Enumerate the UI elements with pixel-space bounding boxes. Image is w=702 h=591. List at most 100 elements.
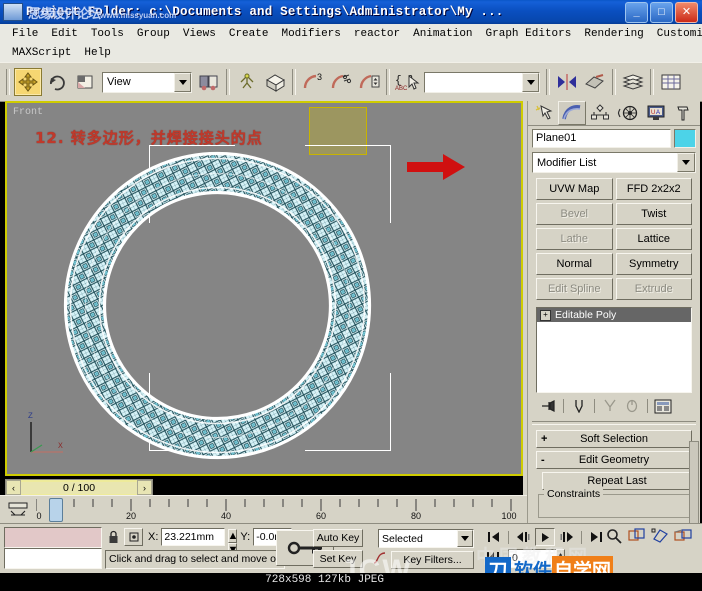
menu-item-customize[interactable]: Customize <box>651 27 702 41</box>
spinner-snap-button[interactable] <box>356 69 382 95</box>
auto-key-button[interactable]: Auto Key <box>313 529 363 547</box>
menu-item-maxscript[interactable]: MAXScript <box>6 46 78 60</box>
pb-sep-1 <box>508 530 509 544</box>
menu-item-help[interactable]: Help <box>78 46 117 60</box>
command-tab-modify[interactable] <box>558 101 586 125</box>
rollup-soft-selection[interactable]: + Soft Selection <box>536 430 692 448</box>
command-tab-motion[interactable] <box>614 101 642 125</box>
reference-coordinate-combo[interactable]: View <box>102 71 192 93</box>
menu-item-file[interactable]: File <box>6 27 45 41</box>
set-key-filters-curve-button[interactable] <box>372 550 388 566</box>
open-mini-curve-editor-button[interactable] <box>6 500 30 518</box>
mirror-button[interactable] <box>554 69 580 95</box>
object-color-swatch[interactable] <box>674 129 696 148</box>
torus-mesh-object[interactable] <box>60 148 375 463</box>
lock-selection-button[interactable] <box>105 528 121 545</box>
current-frame-spinner[interactable]: ▲ ▼ <box>555 549 566 577</box>
menu-item-graph-editors[interactable]: Graph Editors <box>480 27 579 41</box>
frame-spinner-up-icon[interactable]: ▲ <box>555 549 566 563</box>
select-and-rotate-button[interactable] <box>44 69 70 95</box>
command-tab-utilities[interactable] <box>670 101 698 125</box>
curve-editor-button[interactable] <box>658 69 684 95</box>
show-end-result-icon[interactable] <box>569 397 589 415</box>
modifier-button-twist[interactable]: Twist <box>615 203 692 225</box>
minimize-button[interactable]: _ <box>625 1 648 23</box>
close-button[interactable]: ✕ <box>675 1 698 23</box>
align-button[interactable] <box>582 69 608 95</box>
menu-item-animation[interactable]: Animation <box>407 27 479 41</box>
modifier-stack[interactable]: + Editable Poly <box>536 307 692 393</box>
modifier-button-normal[interactable]: Normal <box>536 253 613 275</box>
selection-filter-combo[interactable]: Selected <box>378 529 474 548</box>
use-center-flyout-button[interactable] <box>196 69 222 95</box>
front-viewport[interactable]: Front 12. 转多边形，并焊接接头的点 Z X <box>7 103 521 474</box>
snap-toggle-button[interactable] <box>262 69 288 95</box>
command-tab-display[interactable]: U A <box>642 101 670 125</box>
menu-item-group[interactable]: Group <box>131 27 177 41</box>
timeline-ruler[interactable]: 0 20 40 60 80 100 <box>36 497 522 521</box>
next-frame-arrow[interactable]: › <box>137 480 152 495</box>
modifier-button-lattice[interactable]: Lattice <box>615 228 692 250</box>
bracket-br-v <box>390 373 391 451</box>
app-icon <box>3 3 23 21</box>
zoom-region-button[interactable] <box>673 527 693 545</box>
named-selection-sets-button[interactable]: { } ABC <box>394 69 420 95</box>
key-filters-button[interactable]: Key Filters... <box>391 551 474 569</box>
maximize-button[interactable]: □ <box>650 1 673 23</box>
menu-item-edit[interactable]: Edit <box>45 27 84 41</box>
percent-snap-button[interactable] <box>328 69 354 95</box>
modifier-list-combo[interactable]: Modifier List <box>532 152 696 173</box>
menu-item-modifiers[interactable]: Modifiers <box>275 27 347 41</box>
modifier-button-uvw-map[interactable]: UVW Map <box>536 178 613 200</box>
menu-item-rendering[interactable]: Rendering <box>578 27 650 41</box>
layer-manager-button[interactable] <box>620 69 646 95</box>
select-and-manipulate-button[interactable] <box>234 69 260 95</box>
modifier-list-dropdown-button[interactable] <box>677 153 695 172</box>
set-key-button[interactable]: Set Key <box>313 550 363 568</box>
tick-label-40: 40 <box>221 511 231 521</box>
command-tab-create[interactable] <box>530 101 558 125</box>
menu-item-tools[interactable]: Tools <box>85 27 131 41</box>
axis-z-label: Z <box>28 412 33 421</box>
zoom-button[interactable] <box>604 527 624 545</box>
previous-frame-button[interactable] <box>513 528 533 546</box>
object-name-input[interactable]: Plane01 <box>532 129 671 148</box>
x-coordinate-field[interactable]: 23.221mm <box>161 527 226 546</box>
next-frame-button[interactable] <box>557 528 577 546</box>
expand-icon[interactable]: + <box>540 309 551 321</box>
current-frame-field[interactable]: 0 <box>508 549 561 568</box>
stack-item-editable-poly[interactable]: + Editable Poly <box>537 308 691 322</box>
viewport-label[interactable]: Front <box>13 107 43 118</box>
absolute-relative-toggle[interactable] <box>124 527 143 546</box>
command-tab-hierarchy[interactable] <box>586 101 614 125</box>
selection-filter-dropdown-button[interactable] <box>457 530 473 547</box>
menu-item-views[interactable]: Views <box>177 27 223 41</box>
configure-modifier-sets-icon[interactable] <box>653 397 673 415</box>
zoom-extents-icon <box>651 528 668 543</box>
angle-snap-button[interactable]: 3 <box>300 69 326 95</box>
select-and-move-button[interactable] <box>14 68 42 96</box>
go-to-start-button[interactable] <box>484 528 504 546</box>
zoom-all-button[interactable] <box>627 527 647 545</box>
named-selection-dropdown-button[interactable] <box>522 72 539 92</box>
hammer-icon <box>677 106 689 121</box>
rollup-edit-geometry[interactable]: - Edit Geometry <box>536 451 692 469</box>
spinner-up-icon[interactable]: ▲ <box>227 528 238 543</box>
select-and-scale-button[interactable] <box>72 69 98 95</box>
modifier-button-ffd-2x2x2[interactable]: FFD 2x2x2 <box>615 178 692 200</box>
modifier-button-symmetry[interactable]: Symmetry <box>615 253 692 275</box>
time-slider[interactable]: ‹ 0 / 100 › <box>5 479 153 496</box>
menu-item-reactor[interactable]: reactor <box>348 27 407 41</box>
curve-editor-icon <box>661 74 681 90</box>
time-slider-thumb[interactable] <box>49 498 63 522</box>
reference-coordinate-dropdown-button[interactable] <box>174 72 191 92</box>
command-panel-scrollbar[interactable] <box>689 441 699 525</box>
go-to-end-button[interactable] <box>586 528 606 546</box>
x-spinner[interactable]: ▲▼ <box>227 528 238 557</box>
named-selection-combo[interactable] <box>424 71 540 93</box>
play-animation-button[interactable] <box>535 528 555 546</box>
pin-stack-icon[interactable] <box>538 397 558 415</box>
previous-frame-arrow[interactable]: ‹ <box>6 480 21 495</box>
menu-item-create[interactable]: Create <box>223 27 276 41</box>
zoom-extents-button[interactable] <box>650 527 670 545</box>
